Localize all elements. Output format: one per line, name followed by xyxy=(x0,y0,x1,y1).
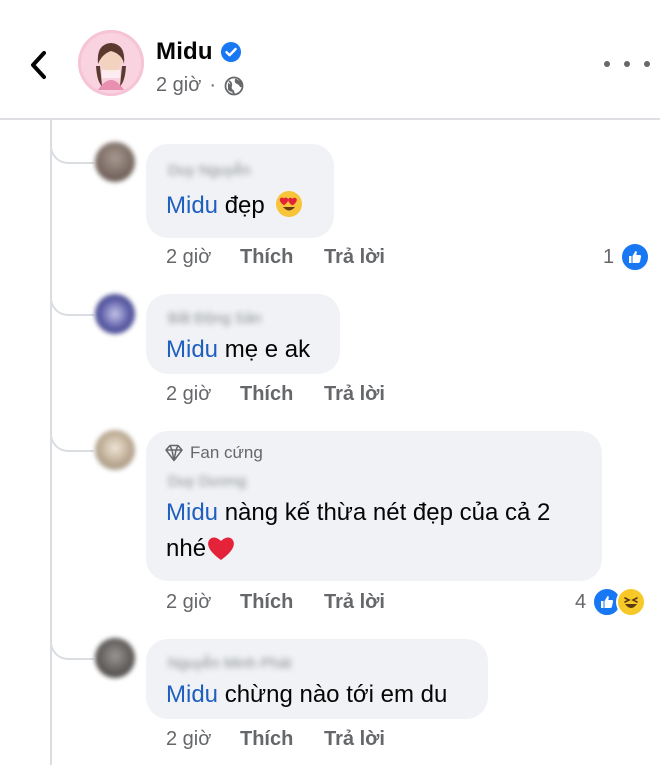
like-reaction-icon xyxy=(620,242,651,272)
globe-icon xyxy=(224,76,244,95)
badge-label: Fan cứng xyxy=(190,443,263,462)
post-time[interactable]: 2 giờ xyxy=(156,74,201,97)
like-button[interactable]: Thích xyxy=(240,728,324,751)
comment-bubble: Duy Nguyễn Midu đẹp xyxy=(146,144,334,238)
comment-time[interactable]: 2 giờ xyxy=(166,383,240,406)
comment-text: Midu mẹ e ak xyxy=(166,332,310,368)
verified-badge-icon xyxy=(220,42,241,62)
mention-link[interactable]: Midu xyxy=(166,681,218,708)
meta-separator: · xyxy=(209,74,217,96)
mention-link[interactable]: Midu xyxy=(166,192,218,219)
comment-actions: 2 giờ Thích Trả lời xyxy=(166,246,385,269)
reaction-summary[interactable]: 4 xyxy=(575,587,647,617)
mention-link[interactable]: Midu xyxy=(166,336,218,363)
dot-icon xyxy=(644,61,650,67)
reaction-count: 1 xyxy=(603,245,615,268)
reply-button[interactable]: Trả lời xyxy=(324,591,385,614)
commenter-avatar[interactable] xyxy=(95,430,135,470)
red-heart-icon xyxy=(208,537,234,560)
comment-text: Midu chừng nào tới em du xyxy=(166,677,447,713)
reaction-count: 4 xyxy=(575,590,587,613)
comment-author[interactable]: Bất Động Sản xyxy=(168,310,261,327)
comment-body: chừng nào tới em du xyxy=(224,681,448,708)
comment-body: nàng kế thừa nét đẹp của cả 2 xyxy=(224,499,551,526)
mention-link[interactable]: Midu xyxy=(166,499,218,526)
comment-author[interactable]: Nguyễn Minh Phát xyxy=(168,655,291,672)
reply-button[interactable]: Trả lời xyxy=(324,728,385,751)
comment-text: Midu đẹp xyxy=(166,188,303,224)
page-name[interactable]: Midu xyxy=(156,38,213,66)
page-name-row: Midu xyxy=(156,38,241,66)
like-button[interactable]: Thích xyxy=(240,383,324,406)
comment-actions: 2 giờ Thích Trả lời xyxy=(166,591,385,614)
comment-time[interactable]: 2 giờ xyxy=(166,246,240,269)
comment-body: mẹ e ak xyxy=(224,336,311,363)
post-meta: 2 giờ · xyxy=(156,74,244,97)
smiling-face-with-heart-eyes-icon xyxy=(276,191,303,217)
comment-actions: 2 giờ Thích Trả lời xyxy=(166,728,385,751)
thread-connector xyxy=(50,140,94,164)
comment-bubble: Nguyễn Minh Phát Midu chừng nào tới em d… xyxy=(146,639,488,719)
comment-bubble: Fan cứng Duy Dương Midu nàng kế thừa nét… xyxy=(146,431,602,581)
reply-button[interactable]: Trả lời xyxy=(324,383,385,406)
thread-connector xyxy=(50,636,94,660)
dot-icon xyxy=(624,61,630,67)
thread-connector xyxy=(50,428,94,452)
reaction-summary[interactable]: 1 xyxy=(603,242,651,272)
dot-icon xyxy=(604,61,610,67)
comment-time[interactable]: 2 giờ xyxy=(166,728,240,751)
comment-body: đẹp xyxy=(224,192,265,219)
haha-reaction-icon xyxy=(616,587,647,617)
like-button[interactable]: Thích xyxy=(240,246,324,269)
commenter-avatar[interactable] xyxy=(95,638,135,678)
header-divider xyxy=(0,118,660,120)
page-avatar[interactable] xyxy=(78,30,144,96)
comment-actions: 2 giờ Thích Trả lời xyxy=(166,383,385,406)
more-options-button[interactable] xyxy=(604,52,650,76)
top-fan-badge[interactable]: Fan cứng xyxy=(164,443,263,463)
like-button[interactable]: Thích xyxy=(240,591,324,614)
comment-author[interactable]: Duy Nguyễn xyxy=(168,162,251,179)
post-header: Midu 2 giờ · xyxy=(0,0,660,118)
comment-bubble: Bất Động Sản Midu mẹ e ak xyxy=(146,294,340,374)
thread-connector xyxy=(50,292,94,316)
comment-time[interactable]: 2 giờ xyxy=(166,591,240,614)
reply-button[interactable]: Trả lời xyxy=(324,246,385,269)
chevron-left-icon xyxy=(31,51,46,79)
commenter-avatar[interactable] xyxy=(95,142,135,182)
comment-text: Midu nàng kế thừa nét đẹp của cả 2 nhé xyxy=(166,495,550,567)
commenter-avatar[interactable] xyxy=(95,294,135,334)
diamond-icon xyxy=(165,444,183,462)
back-button[interactable] xyxy=(22,45,56,85)
comment-author[interactable]: Duy Dương xyxy=(168,473,246,490)
comment-body-cont: nhé xyxy=(166,535,207,562)
